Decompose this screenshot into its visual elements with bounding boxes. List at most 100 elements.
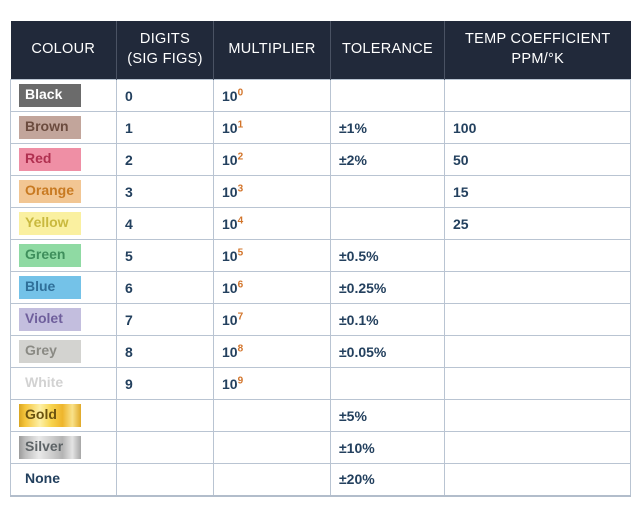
multiplier-exponent: 3 [237, 182, 244, 194]
digits-cell: 6 [116, 271, 214, 305]
temp-coefficient-cell [444, 431, 631, 465]
temp-coefficient-cell [444, 303, 631, 337]
resistor-colour-code-table: COLOUR DIGITS (SIG FIGS) MULTIPLIER TOLERANC… [10, 21, 631, 497]
multiplier-cell: 106 [213, 271, 331, 305]
multiplier-cell: 103 [213, 175, 331, 209]
temp-coefficient-cell [444, 335, 631, 369]
tolerance-cell: ±20% [330, 463, 445, 497]
tolerance-cell [330, 79, 445, 113]
column-header-line1: TEMP COEFFICIENT [464, 31, 611, 47]
table-row: Black 0 100 [10, 79, 631, 113]
digits-cell [116, 399, 214, 433]
digits-cell [116, 431, 214, 465]
colour-cell: Blue [10, 271, 117, 305]
digits-cell: 8 [116, 335, 214, 369]
digits-cell: 1 [116, 111, 214, 145]
multiplier-cell: 100 [213, 79, 331, 113]
temp-coefficient-cell: 100 [444, 111, 631, 145]
column-header-line1: COLOUR [31, 40, 96, 57]
column-header-multiplier: MULTIPLIER [213, 21, 331, 80]
multiplier-exponent: 0 [237, 86, 244, 98]
colour-swatch: Violet [19, 308, 81, 331]
table-row: Orange 3 103 15 [10, 175, 631, 209]
colour-cell: Black [10, 79, 117, 113]
digits-cell [116, 463, 214, 497]
colour-swatch: Orange [19, 180, 81, 203]
multiplier-exponent: 2 [237, 150, 244, 162]
table-body: Black 0 100 Brown 1 101 ±1% 100 Red 2 102 ±2% 50 Oran… [10, 79, 631, 497]
table-row: Gold ±5% [10, 399, 631, 433]
table-row: Violet 7 107 ±0.1% [10, 303, 631, 337]
column-header-line2: PPM/°K [511, 50, 565, 67]
multiplier-cell [213, 431, 331, 465]
temp-coefficient-cell [444, 463, 631, 497]
header-row: COLOUR DIGITS (SIG FIGS) MULTIPLIER TOLERANC… [10, 21, 631, 80]
colour-cell: Grey [10, 335, 117, 369]
multiplier-exponent: 4 [237, 214, 244, 226]
colour-cell: Green [10, 239, 117, 273]
colour-swatch: Blue [19, 276, 81, 299]
digits-cell: 4 [116, 207, 214, 241]
colour-swatch: Green [19, 244, 81, 267]
table-row: Grey 8 108 ±0.05% [10, 335, 631, 369]
multiplier-base: 10 [222, 183, 238, 200]
digits-cell: 3 [116, 175, 214, 209]
multiplier-base: 10 [222, 247, 238, 264]
tolerance-cell [330, 367, 445, 401]
colour-swatch: Yellow [19, 212, 81, 235]
tolerance-cell [330, 207, 445, 241]
digits-cell: 2 [116, 143, 214, 177]
multiplier-cell: 105 [213, 239, 331, 273]
tolerance-cell: ±10% [330, 431, 445, 465]
multiplier-exponent: 6 [237, 278, 244, 290]
colour-swatch: Brown [19, 116, 81, 139]
table-row: Brown 1 101 ±1% 100 [10, 111, 631, 145]
multiplier-cell [213, 463, 331, 497]
multiplier-base: 10 [222, 343, 238, 360]
column-header-digits: DIGITS (SIG FIGS) [116, 21, 214, 80]
temp-coefficient-cell: 25 [444, 207, 631, 241]
multiplier-exponent: 1 [237, 118, 244, 130]
colour-swatch: Black [19, 84, 81, 107]
column-header-temp-coefficient: TEMP COEFFICIENT PPM/°K [444, 21, 631, 80]
colour-cell: Red [10, 143, 117, 177]
multiplier-exponent: 7 [237, 310, 244, 322]
digits-cell: 7 [116, 303, 214, 337]
colour-cell: Brown [10, 111, 117, 145]
digits-cell: 0 [116, 79, 214, 113]
colour-swatch: Grey [19, 340, 81, 363]
temp-coefficient-cell [444, 239, 631, 273]
column-header-line2: (SIG FIGS) [127, 50, 203, 67]
tolerance-cell: ±2% [330, 143, 445, 177]
multiplier-base: 10 [222, 279, 238, 296]
multiplier-exponent: 8 [237, 342, 244, 354]
table-row: Blue 6 106 ±0.25% [10, 271, 631, 305]
table-row: Yellow 4 104 25 [10, 207, 631, 241]
column-header-colour: COLOUR [10, 21, 117, 80]
multiplier-cell [213, 399, 331, 433]
colour-cell: Violet [10, 303, 117, 337]
multiplier-cell: 107 [213, 303, 331, 337]
tolerance-cell: ±0.5% [330, 239, 445, 273]
multiplier-base: 10 [222, 311, 238, 328]
temp-coefficient-cell [444, 367, 631, 401]
tolerance-cell: ±0.25% [330, 271, 445, 305]
temp-coefficient-cell: 15 [444, 175, 631, 209]
multiplier-cell: 109 [213, 367, 331, 401]
multiplier-cell: 108 [213, 335, 331, 369]
colour-swatch: Silver [19, 436, 81, 459]
digits-cell: 9 [116, 367, 214, 401]
tolerance-cell [330, 175, 445, 209]
colour-cell: White [10, 367, 117, 401]
colour-cell: Orange [10, 175, 117, 209]
temp-coefficient-cell: 50 [444, 143, 631, 177]
colour-cell: Silver [10, 431, 117, 465]
tolerance-cell: ±5% [330, 399, 445, 433]
digits-cell: 5 [116, 239, 214, 273]
column-header-tolerance: TOLERANCE [330, 21, 445, 80]
multiplier-exponent: 9 [237, 374, 244, 386]
multiplier-cell: 104 [213, 207, 331, 241]
multiplier-exponent: 5 [237, 246, 244, 258]
table-row: None ±20% [10, 463, 631, 497]
multiplier-cell: 101 [213, 111, 331, 145]
